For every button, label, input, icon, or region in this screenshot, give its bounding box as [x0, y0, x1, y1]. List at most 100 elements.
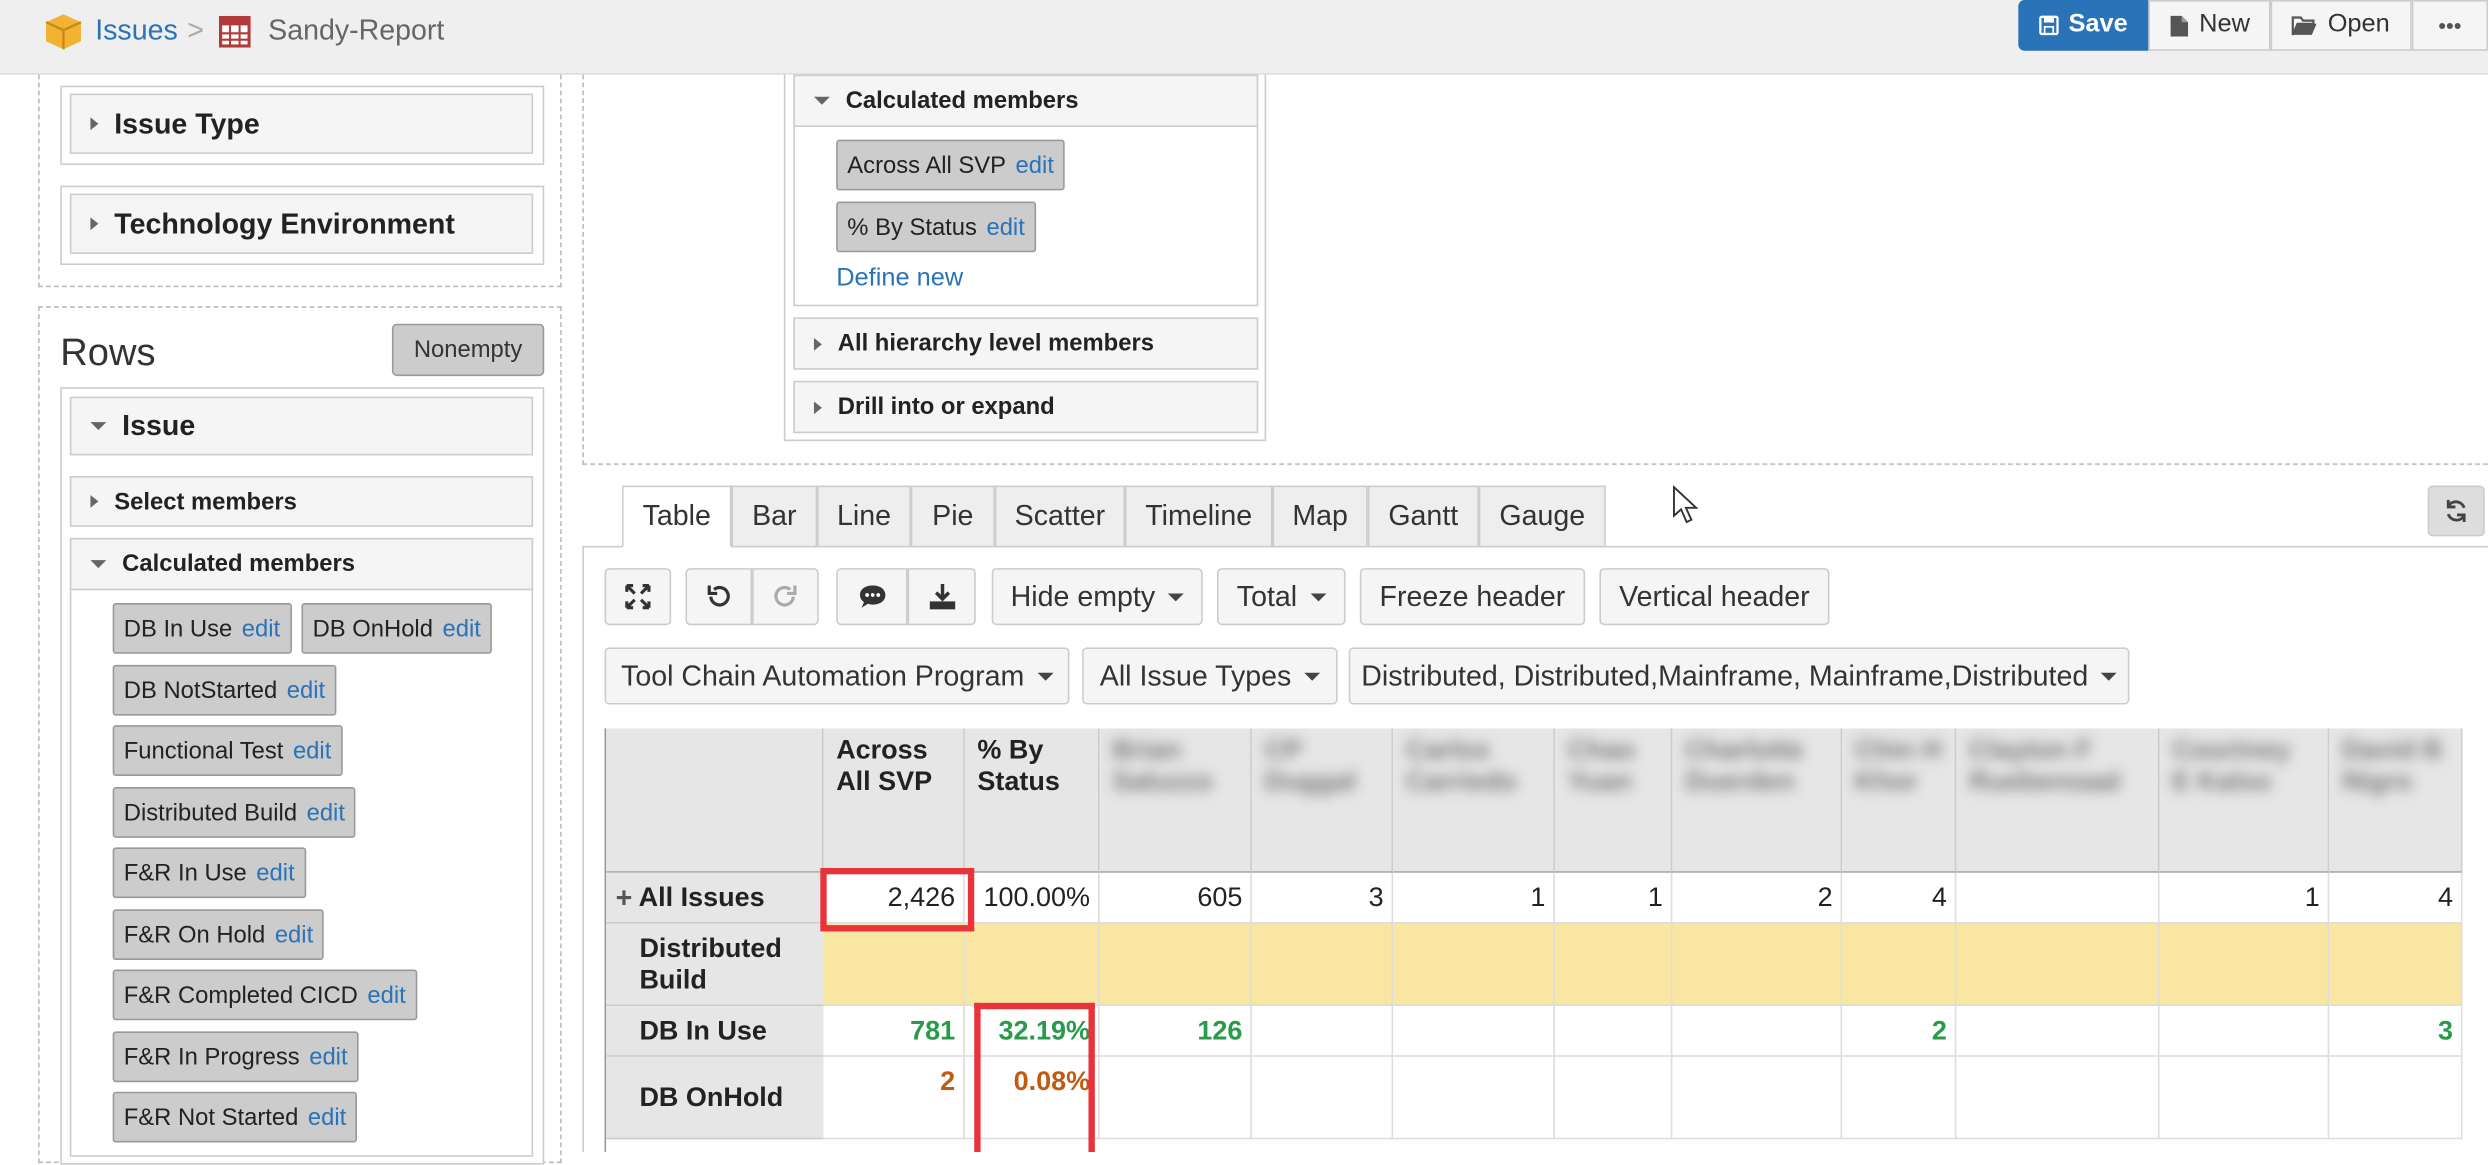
tab-label: Map	[1292, 499, 1348, 532]
issue-dimension[interactable]: Issue	[69, 396, 534, 456]
edit-link[interactable]: edit	[442, 615, 480, 642]
chip-fr-not-started[interactable]: F&R Not Started edit	[112, 1091, 358, 1143]
breadcrumb-issues-link[interactable]: Issues	[95, 14, 178, 47]
column-header-5[interactable]: Chao Yuan	[1554, 728, 1673, 873]
column-header-3[interactable]: CP Duggal	[1251, 728, 1394, 873]
expanded-arrow-icon	[813, 96, 830, 105]
column-header-8[interactable]: Clayton F Ruebensaal	[1956, 728, 2160, 873]
chip-distributed-build[interactable]: Distributed Build edit	[112, 787, 357, 838]
column-header-0[interactable]: Across All SVP	[823, 728, 965, 873]
tab-gauge[interactable]: Gauge	[1478, 485, 1606, 548]
download-button[interactable]	[907, 568, 976, 626]
chip-fr-on-hold[interactable]: F&R On Hold edit	[112, 909, 325, 961]
edit-link[interactable]: edit	[256, 859, 294, 886]
vertical-header-label: Vertical header	[1619, 579, 1810, 612]
collapsed-arrow-icon	[813, 337, 822, 350]
project-filter-dropdown[interactable]: Tool Chain Automation Program	[604, 647, 1070, 705]
row-header-0[interactable]: + All Issues	[606, 872, 824, 924]
issue-type-dimension[interactable]: Issue Type	[69, 93, 534, 154]
tab-pie[interactable]: Pie	[910, 485, 995, 548]
chip-percent-by-status[interactable]: % By Status edit	[836, 201, 1036, 253]
redo-button[interactable]	[752, 568, 819, 626]
chip-fr-in-progress[interactable]: F&R In Progress edit	[112, 1031, 359, 1083]
table-cell	[1842, 923, 1957, 1007]
environment-filter-dropdown[interactable]: Distributed, Distributed,Mainframe, Main…	[1348, 647, 2130, 705]
tab-scatter[interactable]: Scatter	[994, 485, 1125, 548]
refresh-button[interactable]	[2427, 485, 2485, 537]
caret-down-icon	[1167, 592, 1184, 601]
column-header-1[interactable]: % By Status	[964, 728, 1100, 873]
comment-button[interactable]	[836, 568, 908, 626]
table-cell	[1251, 923, 1394, 1007]
drill-into-or-expand-toggle[interactable]: Drill into or expand	[793, 380, 1259, 434]
issue-types-filter-dropdown[interactable]: All Issue Types	[1082, 647, 1338, 705]
edit-link[interactable]: edit	[1016, 152, 1054, 179]
column-header-4[interactable]: Carlos Carriedo	[1393, 728, 1555, 873]
edit-link[interactable]: edit	[287, 677, 325, 704]
tab-line[interactable]: Line	[817, 485, 911, 548]
column-header-7[interactable]: Chin H Khor	[1842, 728, 1957, 873]
chip-db-in-use[interactable]: DB In Use edit	[112, 602, 292, 654]
chip-label: Distributed Build	[123, 798, 298, 826]
column-header-6[interactable]: Charlotte Duerden	[1672, 728, 1843, 873]
calculated-members-toggle[interactable]: Calculated members	[69, 537, 534, 591]
table-cell	[1554, 1006, 1673, 1057]
table-cell	[2159, 1056, 2330, 1140]
chip-db-onhold[interactable]: DB OnHold edit	[301, 602, 492, 654]
more-dots-icon: •••	[2438, 12, 2462, 39]
column-header-9[interactable]: Courtney E Kalso	[2159, 728, 2330, 873]
chip-fr-completed-cicd[interactable]: F&R Completed CICD edit	[112, 969, 417, 1021]
save-button[interactable]: Save	[2018, 0, 2149, 51]
row-header-2: DB In Use	[606, 1006, 824, 1057]
chip-label: F&R Not Started	[123, 1103, 299, 1131]
column-header-label: CP Duggal	[1264, 734, 1357, 797]
edit-link[interactable]: edit	[307, 799, 345, 826]
fullscreen-button[interactable]	[604, 568, 672, 626]
vertical-header-button[interactable]: Vertical header	[1599, 568, 1830, 626]
tab-gantt[interactable]: Gantt	[1367, 485, 1479, 548]
table-cell: 781	[823, 1006, 965, 1057]
chip-across-all-svp[interactable]: Across All SVP edit	[836, 139, 1066, 191]
freeze-header-button[interactable]: Freeze header	[1359, 568, 1586, 626]
tab-timeline[interactable]: Timeline	[1124, 485, 1273, 548]
hide-empty-dropdown[interactable]: Hide empty	[991, 568, 1203, 626]
edit-link[interactable]: edit	[242, 615, 280, 642]
chip-db-notstarted[interactable]: DB NotStarted edit	[112, 664, 337, 716]
column-header-label: Clayton F Ruebensaal	[1969, 734, 2121, 797]
column-header-10[interactable]: David B Nigro	[2329, 728, 2463, 873]
open-button[interactable]: Open	[2270, 0, 2412, 51]
tab-bar[interactable]: Bar	[731, 485, 818, 548]
tab-map[interactable]: Map	[1272, 485, 1368, 548]
row-header-label: DB OnHold	[639, 1081, 784, 1112]
expanded-arrow-icon	[90, 422, 107, 431]
total-dropdown[interactable]: Total	[1216, 568, 1346, 626]
table-cell	[1672, 1006, 1843, 1057]
edit-link[interactable]: edit	[293, 737, 331, 764]
tab-label: Bar	[752, 499, 797, 532]
define-new-link[interactable]: Define new	[836, 265, 963, 294]
chip-fr-in-use[interactable]: F&R In Use edit	[112, 847, 306, 899]
nonempty-button[interactable]: Nonempty	[391, 323, 545, 377]
column-calculated-members-toggle[interactable]: Calculated members	[793, 74, 1259, 127]
tab-table[interactable]: Table	[621, 485, 732, 548]
all-hierarchy-level-members-toggle[interactable]: All hierarchy level members	[793, 317, 1259, 370]
open-label: Open	[2327, 11, 2390, 39]
select-members-toggle[interactable]: Select members	[69, 476, 534, 527]
technology-environment-dimension[interactable]: Technology Environment	[69, 193, 534, 254]
new-button[interactable]: New	[2148, 0, 2271, 51]
edit-link[interactable]: edit	[986, 213, 1024, 240]
tab-label: Scatter	[1014, 499, 1106, 532]
drill-label: Drill into or expand	[837, 393, 1055, 421]
edit-link[interactable]: edit	[309, 1043, 347, 1070]
table-cell: 1	[1393, 872, 1555, 924]
edit-link[interactable]: edit	[308, 1104, 346, 1131]
expand-arrows-icon	[625, 583, 651, 610]
expand-plus-icon[interactable]: +	[616, 881, 633, 913]
chip-functional-test[interactable]: Functional Test edit	[112, 725, 343, 776]
edit-link[interactable]: edit	[275, 921, 313, 948]
more-options-button[interactable]: •••	[2411, 0, 2488, 51]
column-header-2[interactable]: Brian Saluzzo	[1099, 728, 1252, 873]
column-header-label: Chao Yuan	[1567, 734, 1636, 797]
edit-link[interactable]: edit	[367, 981, 405, 1008]
undo-button[interactable]	[685, 568, 753, 626]
